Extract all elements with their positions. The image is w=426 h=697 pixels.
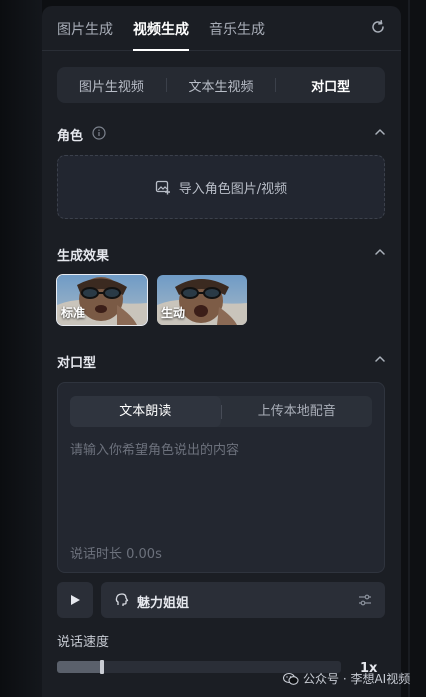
slider-fill: [57, 661, 102, 673]
slider-thumb[interactable]: [100, 660, 104, 674]
top-tabs: 图片生成 视频生成 音乐生成: [42, 6, 401, 51]
active-tab-underline: [133, 49, 189, 51]
tab-image-generation[interactable]: 图片生成: [57, 19, 113, 39]
chevron-up-icon[interactable]: [374, 353, 386, 365]
speech-text-input[interactable]: [70, 439, 372, 529]
effect-label-standard: 标准: [61, 306, 86, 320]
speech-duration: 说话时长 0.00s: [70, 547, 162, 562]
settings-sliders-icon[interactable]: [358, 593, 372, 607]
video-generation-panel: 图片生成 视频生成 音乐生成 图片生视频 文本生视频 对口型 角色 导入角色图片…: [42, 6, 401, 697]
tab-video-generation[interactable]: 视频生成: [133, 19, 189, 51]
play-button[interactable]: [57, 582, 93, 618]
image-add-icon: [155, 180, 170, 195]
lipsync-source-tabs: 文本朗读 上传本地配音: [70, 396, 372, 427]
effect-option-standard[interactable]: 标准: [56, 274, 148, 326]
voice-head-icon: [115, 593, 129, 606]
tab-video-generation-label: 视频生成: [133, 22, 189, 38]
right-background: [400, 0, 426, 697]
tab-text-reading[interactable]: 文本朗读: [70, 396, 221, 427]
chevron-up-icon[interactable]: [374, 126, 386, 138]
tab-upload-local-audio[interactable]: 上传本地配音: [222, 396, 373, 427]
play-icon: [71, 595, 80, 605]
tab-music-generation[interactable]: 音乐生成: [209, 19, 265, 39]
voice-selector[interactable]: 魅力姐姐: [101, 582, 385, 618]
speech-speed-label: 说话速度: [57, 635, 110, 650]
watermark-text: 公众号 · 李想AI视频: [303, 672, 411, 686]
left-background: [0, 0, 42, 697]
info-icon[interactable]: [92, 126, 106, 140]
import-role-label: 导入角色图片/视频: [178, 181, 288, 197]
mode-text-to-video[interactable]: 文本生视频: [167, 76, 276, 95]
import-role-button[interactable]: 导入角色图片/视频: [57, 155, 385, 219]
right-divider: [408, 0, 410, 697]
effect-section-title: 生成效果: [57, 249, 110, 264]
wechat-icon: [283, 672, 299, 685]
voice-name: 魅力姐姐: [137, 596, 190, 611]
watermark: 公众号 · 李想AI视频: [283, 670, 410, 687]
lipsync-input-box: 文本朗读 上传本地配音 说话时长 0.00s: [57, 382, 385, 573]
refresh-icon[interactable]: [370, 19, 386, 35]
role-section-title: 角色: [57, 129, 84, 144]
mode-image-to-video[interactable]: 图片生视频: [57, 76, 166, 95]
lipsync-section-title: 对口型: [57, 356, 97, 371]
mode-lip-sync[interactable]: 对口型: [276, 76, 385, 95]
chevron-up-icon[interactable]: [374, 246, 386, 258]
effect-option-vivid[interactable]: 生动: [157, 275, 247, 325]
mode-segmented-control: 图片生视频 文本生视频 对口型: [57, 67, 385, 103]
effect-label-vivid: 生动: [161, 306, 186, 320]
